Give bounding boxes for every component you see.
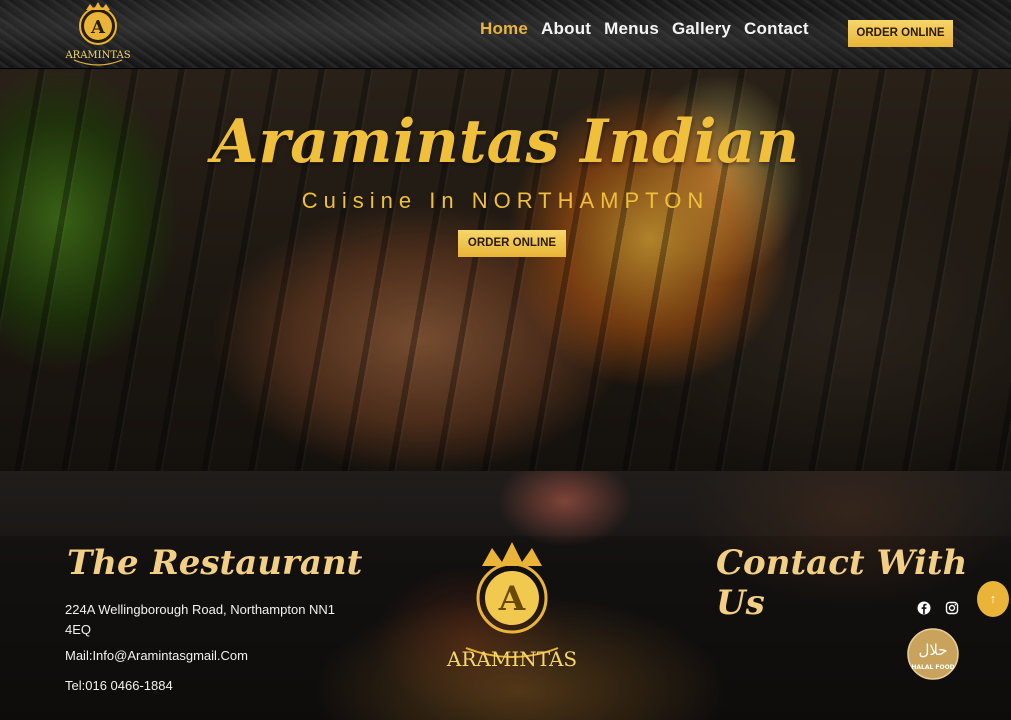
restaurant-email[interactable]: Mail:Info@Aramintasgmail.Com	[65, 648, 248, 663]
nav-menus[interactable]: Menus	[604, 19, 659, 39]
nav-home[interactable]: Home	[480, 19, 528, 39]
halal-food-badge: حلال HALAL FOOD	[907, 628, 959, 680]
hero-title: Aramintas Indian	[211, 107, 800, 177]
order-online-button-hero[interactable]: ORDER ONLINE	[458, 230, 566, 257]
logo-emblem-icon: A ARAMINTAS	[64, 2, 131, 66]
order-online-button-header[interactable]: ORDER ONLINE	[848, 20, 953, 47]
footer-emblem-icon: A ARAMINTAS	[446, 542, 577, 671]
footer-logo[interactable]: A ARAMINTAS	[446, 536, 578, 682]
restaurant-phone[interactable]: Tel:016 0466-1884	[65, 678, 173, 693]
site-footer: The Restaurant 224A Wellingborough Road,…	[0, 471, 1011, 720]
logo-letter: A	[90, 17, 106, 38]
facebook-icon[interactable]	[917, 601, 931, 615]
arrow-up-icon: ↑	[989, 591, 997, 606]
contact-heading: Contact With Us	[716, 543, 968, 623]
nav-gallery[interactable]: Gallery	[672, 19, 731, 39]
halal-arabic-text: حلال	[918, 641, 947, 659]
instagram-icon[interactable]	[945, 601, 959, 615]
site-logo[interactable]: A ARAMINTAS	[62, 0, 134, 68]
site-header: A ARAMINTAS Home About Menus Gallery Con…	[0, 0, 1011, 69]
hero-subtitle: Cuisine In NORTHAMPTON	[301, 188, 710, 213]
halal-label: HALAL FOOD	[911, 664, 954, 671]
nav-about[interactable]: About	[541, 19, 591, 39]
footer-logo-text: ARAMINTAS	[446, 647, 577, 671]
logo-text: ARAMINTAS	[64, 50, 130, 61]
restaurant-heading: The Restaurant	[67, 543, 363, 583]
nav-contact[interactable]: Contact	[744, 19, 809, 39]
hero-banner: Aramintas Indian Cuisine In NORTHAMPTON …	[0, 69, 1011, 471]
footer-logo-letter: A	[498, 579, 526, 619]
main-nav: Home About Menus Gallery Contact	[480, 19, 822, 39]
scroll-to-top-button[interactable]: ↑	[977, 581, 1009, 617]
restaurant-address: 224A Wellingborough Road, Northampton NN…	[65, 602, 336, 637]
